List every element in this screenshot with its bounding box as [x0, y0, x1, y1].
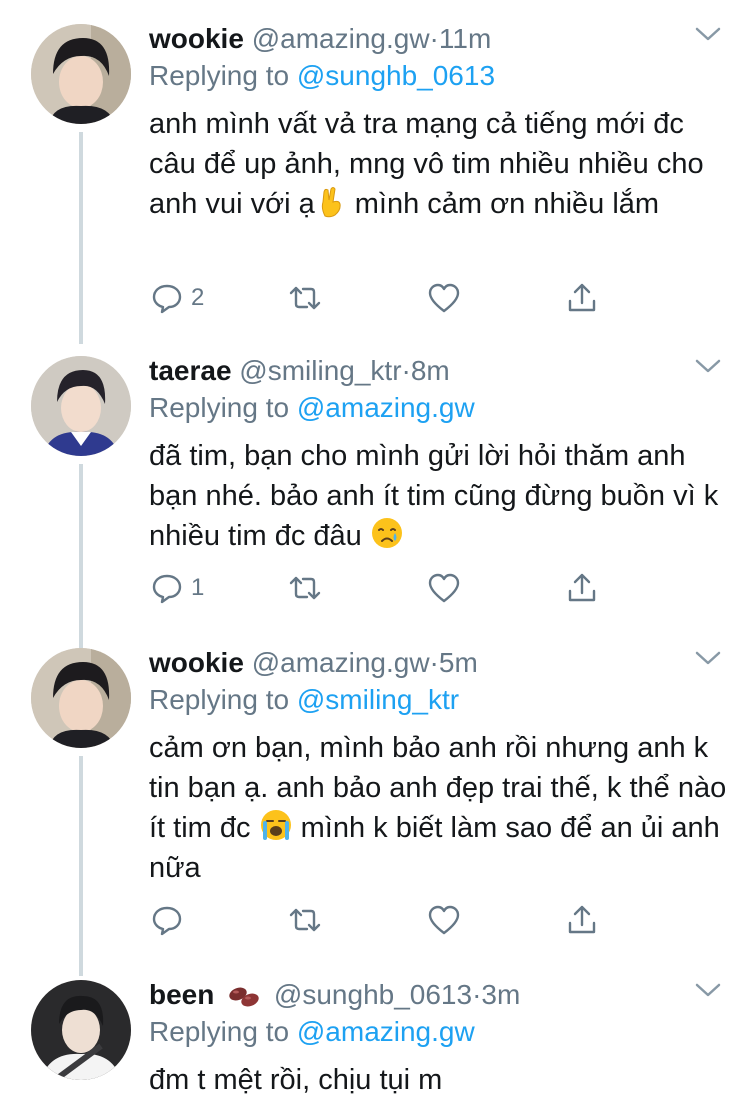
tweet-text: anh mình vất vả tra mạng cả tiếng mới đc… [149, 104, 729, 224]
replying-to-handle[interactable]: @sunghb_0613 [297, 60, 495, 91]
retweet-button[interactable] [287, 900, 323, 940]
reply-button[interactable] [151, 900, 191, 940]
loudly-crying-face-icon [260, 810, 291, 840]
tweet-text-part: mình cảm ơn nhiều lắm [346, 188, 660, 220]
avatar[interactable] [31, 980, 131, 1080]
tweet-actions: 1 [149, 568, 709, 608]
timestamp[interactable]: 11m [439, 23, 491, 54]
replying-to-handle[interactable]: @amazing.gw [297, 392, 475, 423]
replying-to-handle[interactable]: @smiling_ktr [297, 684, 459, 715]
user-handle[interactable]: @sunghb_0613 [274, 979, 472, 1010]
like-button[interactable] [427, 278, 461, 318]
user-handle[interactable]: @smiling_ktr [239, 355, 401, 386]
replying-prefix: Replying to [149, 1016, 290, 1047]
reply-button[interactable]: 1 [151, 568, 204, 608]
user-handle[interactable]: @amazing.gw [252, 23, 430, 54]
reply-icon [152, 284, 182, 314]
retweet-button[interactable] [287, 278, 323, 318]
replying-prefix: Replying to [149, 392, 290, 423]
separator-dot: · [401, 355, 411, 386]
separator-dot: · [472, 979, 482, 1010]
replying-to: Replying to @smiling_ktr [149, 682, 459, 718]
replying-to: Replying to @amazing.gw [149, 390, 475, 426]
tweet-actions: 2 [149, 278, 709, 318]
tweet-text: đm t mệt rồi, chịu tụi m [149, 1060, 729, 1100]
chevron-down-icon[interactable] [694, 648, 722, 668]
replying-prefix: Replying to [149, 60, 290, 91]
display-name[interactable]: been [149, 979, 214, 1010]
reply-icon [152, 574, 182, 604]
chevron-down-icon[interactable] [694, 980, 722, 1000]
heart-icon [428, 905, 460, 935]
chevron-down-icon[interactable] [694, 24, 722, 44]
beans-emoji-icon [229, 987, 259, 1007]
timestamp[interactable]: 5m [439, 647, 478, 678]
tweet-header: been @sunghb_0613·3m [149, 978, 520, 1012]
heart-icon [428, 283, 460, 313]
user-handle[interactable]: @amazing.gw [252, 647, 430, 678]
share-icon [568, 573, 596, 602]
timestamp[interactable]: 8m [411, 355, 450, 386]
tweet-text: đã tim, bạn cho mình gửi lời hỏi thăm an… [149, 436, 729, 556]
avatar[interactable] [31, 648, 131, 748]
chevron-down-icon[interactable] [694, 356, 722, 376]
share-icon [568, 283, 596, 312]
tweet[interactable]: wookie @amazing.gw·11m Replying to @sung… [0, 0, 750, 344]
tweet-text-part: đm t mệt rồi, chịu tụi m [149, 1064, 443, 1096]
thread-line [79, 756, 83, 976]
tweet-text: cảm ơn bạn, mình bảo anh rồi nhưng anh k… [149, 728, 729, 888]
tweet[interactable]: taerae @smiling_ktr·8m Replying to @amaz… [0, 332, 750, 654]
reply-button[interactable]: 2 [151, 278, 204, 318]
retweet-button[interactable] [287, 568, 323, 608]
tweet-header: wookie @amazing.gw·11m [149, 22, 491, 56]
avatar[interactable] [31, 24, 131, 124]
thread-line [79, 132, 83, 344]
share-button[interactable] [565, 278, 599, 318]
tweet-text-part: đã tim, bạn cho mình gửi lời hỏi thăm an… [149, 440, 719, 552]
retweet-icon [289, 908, 321, 932]
tweet[interactable]: been @sunghb_0613·3m Replying to @amazin… [0, 956, 750, 1108]
timestamp[interactable]: 3m [481, 979, 520, 1010]
reply-icon [152, 906, 182, 936]
display-name[interactable]: wookie [149, 647, 244, 678]
share-button[interactable] [565, 900, 599, 940]
reply-count: 2 [191, 284, 205, 311]
tweet-actions [149, 900, 709, 940]
avatar[interactable] [31, 356, 131, 456]
reply-count: 1 [191, 574, 205, 601]
display-name[interactable]: taerae [149, 355, 232, 386]
separator-dot: · [429, 647, 439, 678]
share-button[interactable] [565, 568, 599, 608]
display-name[interactable]: wookie [149, 23, 244, 54]
crying-face-icon [371, 518, 402, 548]
share-icon [568, 905, 596, 934]
tweet-header: taerae @smiling_ktr·8m [149, 354, 450, 388]
retweet-icon [289, 286, 321, 310]
like-button[interactable] [427, 900, 461, 940]
retweet-icon [289, 576, 321, 600]
replying-to-handle[interactable]: @amazing.gw [297, 1016, 475, 1047]
replying-prefix: Replying to [149, 684, 290, 715]
separator-dot: · [429, 23, 439, 54]
replying-to: Replying to @sunghb_0613 [149, 58, 495, 94]
tweet[interactable]: wookie @amazing.gw·5m Replying to @smili… [0, 624, 750, 976]
heart-icon [428, 573, 460, 603]
tweet-header: wookie @amazing.gw·5m [149, 646, 478, 680]
replying-to: Replying to @amazing.gw [149, 1014, 475, 1050]
like-button[interactable] [427, 568, 461, 608]
crossed-fingers-icon [321, 187, 341, 218]
